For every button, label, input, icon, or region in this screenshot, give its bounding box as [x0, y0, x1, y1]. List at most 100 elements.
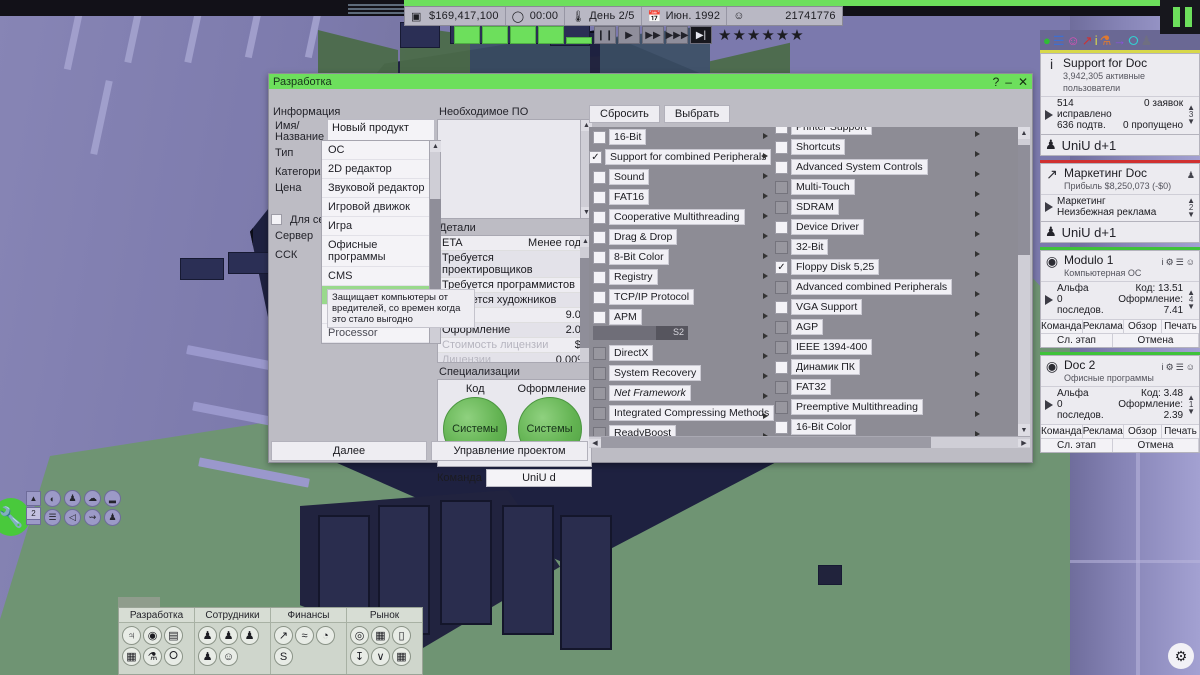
fast-forward-button[interactable]: ▶▶	[642, 26, 664, 44]
tree-vertical-scrollbar[interactable]: ▲ ▼	[1018, 127, 1030, 436]
feature-item[interactable]: DirectX	[593, 345, 654, 361]
feature-item[interactable]: ✓ Support for combined Peripherals	[589, 149, 772, 165]
feature-item[interactable]: Динамик ПК	[775, 359, 860, 375]
pie-chart-icon[interactable]: ◔	[316, 626, 335, 645]
dialog-title-bar[interactable]: Разработка ? – ✕	[269, 74, 1032, 89]
cancel-button[interactable]: Отмена	[1113, 439, 1199, 452]
review-button[interactable]: Обзор	[1123, 425, 1162, 438]
advertise-button[interactable]: Реклама	[1082, 425, 1124, 438]
pause-button[interactable]: ❙❙	[594, 26, 616, 44]
globe-view-icon[interactable]: ◐	[44, 490, 61, 507]
feature-checkbox[interactable]	[775, 300, 788, 314]
feature-checkbox[interactable]	[593, 170, 606, 184]
staff-stepper[interactable]: ▲ 1 ▼	[1187, 394, 1195, 416]
zoom-in-button[interactable]: ▲	[26, 491, 41, 506]
info-icon[interactable]: i	[1162, 257, 1164, 268]
feature-item[interactable]: Shortcuts	[775, 139, 846, 155]
print-button[interactable]: Печать	[1161, 320, 1199, 333]
scroll-up-icon[interactable]: ▲	[430, 141, 441, 152]
monitor-icon[interactable]: ☰	[1176, 257, 1184, 268]
play-icon[interactable]	[1045, 109, 1053, 120]
feature-item[interactable]: ✓ Floppy Disk 5,25	[775, 259, 880, 275]
list-view-icon[interactable]: ☰	[44, 509, 61, 526]
review-button[interactable]: Обзор	[1123, 320, 1162, 333]
feature-item[interactable]: Registry	[593, 269, 658, 285]
feature-checkbox[interactable]	[775, 280, 788, 294]
cancel-button[interactable]: Отмена	[1113, 334, 1199, 347]
decrease-icon[interactable]: ▼	[1187, 118, 1195, 126]
dropdown-item-office[interactable]: Офисные программы	[322, 236, 440, 267]
scroll-thumb[interactable]	[601, 436, 931, 448]
feature-item[interactable]: Drag & Drop	[593, 229, 678, 245]
calendar-icon[interactable]: ▦	[392, 647, 411, 666]
feature-item[interactable]: TCP/IP Protocol	[593, 289, 695, 305]
feature-item[interactable]: 32-Bit	[775, 239, 829, 255]
feature-item[interactable]: FAT32	[775, 379, 832, 395]
feature-checkbox[interactable]	[775, 420, 788, 434]
feature-checkbox[interactable]	[593, 310, 606, 324]
project-team[interactable]: ♟ UniU d+1	[1040, 135, 1200, 156]
feature-item[interactable]: APM	[593, 309, 642, 325]
server-icon[interactable]: ▤	[164, 626, 183, 645]
bottom-taskbar[interactable]: Разработка ♃ ◉ ▤ ▦ ⚗ ⭘ Сотрудники ♟ ♟ ♟ …	[118, 607, 423, 675]
monitor-icon[interactable]: ☰	[1176, 362, 1184, 373]
settings-gear-icon[interactable]: ⚙	[1168, 643, 1194, 669]
feature-checkbox[interactable]	[593, 230, 606, 244]
project-stage-row[interactable]: Сл. этап Отмена	[1041, 333, 1199, 347]
speed-controls[interactable]: ❙❙ ▶ ▶▶ ▶▶▶ ▶| ★★★★★★	[454, 26, 805, 44]
feature-checkbox[interactable]	[775, 160, 788, 174]
speed-block[interactable]	[482, 26, 508, 44]
feature-checkbox[interactable]	[593, 210, 606, 224]
team-icon[interactable]: ♟	[240, 626, 259, 645]
smiley-icon[interactable]: ☺	[1186, 257, 1195, 268]
play-icon[interactable]	[1045, 399, 1053, 410]
decrease-icon[interactable]: ▼	[1187, 303, 1195, 311]
scroll-up-icon[interactable]: ▲	[1018, 127, 1030, 139]
project-team[interactable]: ♟ UniU d+1	[1040, 222, 1200, 243]
staff-view-icon[interactable]: ♟	[104, 509, 121, 526]
taskbar-icons[interactable]: ♃ ◉ ▤ ▦ ⚗ ⭘	[119, 623, 194, 669]
project-mini-icons[interactable]: ♟	[1187, 167, 1195, 181]
feature-item[interactable]: 8-Bit Color	[593, 249, 669, 265]
feature-checkbox[interactable]: ✓	[589, 150, 602, 164]
help-button[interactable]: ?	[993, 75, 1000, 89]
next-stage-button[interactable]: Сл. этап	[1041, 334, 1113, 347]
skip-button[interactable]: ▶|	[690, 26, 712, 44]
play-button[interactable]: ▶	[618, 26, 640, 44]
growth-icon[interactable]: ↗	[274, 626, 293, 645]
research-icon[interactable]: ⚗	[143, 647, 162, 666]
feature-item[interactable]: Advanced combined Peripherals	[775, 279, 953, 295]
feature-item[interactable]: Device Driver	[775, 219, 865, 235]
feature-item[interactable]: AGP	[775, 319, 824, 335]
staff-stepper[interactable]: ▲ 3 ▼	[1187, 104, 1195, 126]
cloud-view-icon[interactable]: ☁	[84, 490, 101, 507]
print-button[interactable]: Печать	[1161, 425, 1199, 438]
gear-icon[interactable]: ⚙	[1166, 362, 1174, 373]
feature-checkbox[interactable]	[593, 250, 606, 264]
feature-item[interactable]: VGA Support	[775, 299, 863, 315]
team-button[interactable]: Команда	[1041, 425, 1083, 438]
select-button[interactable]: Выбрать	[663, 105, 731, 123]
project-card[interactable]: ↗ Маркетинг Doc Прибыль $8,250,073 (-$0)…	[1040, 160, 1200, 243]
staff-stepper[interactable]: ▲ 4 ▼	[1187, 289, 1195, 311]
play-icon[interactable]	[1045, 294, 1053, 305]
development-dialog[interactable]: Разработка ? – ✕ Информация Имя/Название…	[268, 73, 1033, 487]
feature-item[interactable]: Printer Support	[775, 127, 872, 135]
dialog-window-controls[interactable]: ? – ✕	[993, 75, 1028, 89]
morale-icon[interactable]: ☺	[219, 647, 238, 666]
decrease-icon[interactable]: ▼	[1187, 210, 1195, 218]
software-list[interactable]: ▲ ▼	[437, 119, 592, 219]
disc-icon[interactable]: ◉	[143, 626, 162, 645]
gear-icon[interactable]: ⚙	[1166, 257, 1174, 268]
stats-view-icon[interactable]: ▂	[104, 490, 121, 507]
feature-item[interactable]: Net Framework	[593, 385, 691, 401]
speed-block[interactable]	[454, 26, 480, 44]
new-product-icon[interactable]: ♃	[122, 626, 141, 645]
self-checkbox[interactable]	[271, 214, 282, 225]
competitors-icon[interactable]: ▦	[371, 626, 390, 645]
feature-checkbox[interactable]	[775, 380, 788, 394]
power-view-icon[interactable]: ⇝	[84, 509, 101, 526]
taskbar-icons[interactable]: ♟ ♟ ♟ ♟ ☺	[195, 623, 270, 669]
project-mini-icons[interactable]: i ⚙ ☰ ☺	[1162, 359, 1195, 373]
dropdown-item-os[interactable]: ОС	[322, 141, 440, 160]
